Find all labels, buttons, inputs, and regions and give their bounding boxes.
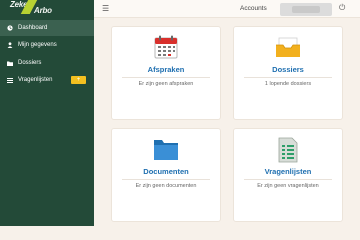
sidebar-item-dashboard[interactable]: Dashboard (0, 20, 94, 36)
logo-text-part2: Arbo (34, 6, 52, 15)
checklist-icon (276, 136, 300, 169)
inbox-tray-icon (274, 34, 302, 65)
sidebar-item-label: Dashboard (18, 25, 48, 31)
sidebar-item-vragenlijsten[interactable]: Vragenlijsten + (0, 72, 94, 88)
notification-badge: + (71, 76, 86, 84)
divider (244, 179, 332, 180)
card-title: Afspraken (147, 65, 185, 74)
card-afspraken[interactable]: Afspraken Er zijn geen afspraken (111, 26, 221, 120)
divider (244, 77, 332, 78)
user-icon (4, 42, 16, 48)
sidebar-item-label: Mijn gegevens (18, 42, 57, 48)
divider (122, 77, 210, 78)
divider (122, 179, 210, 180)
sidebar: Zeker Arbo Dashboard Mijn gegevens Dossi… (0, 0, 94, 226)
sidebar-item-dossiers[interactable]: Dossiers (0, 55, 94, 71)
list-icon (4, 77, 16, 83)
dashboard-icon (4, 25, 16, 31)
avatar (292, 6, 320, 13)
card-vragenlijsten[interactable]: Vragenlijsten Er zijn geen vragenlijsten (233, 128, 343, 222)
power-icon[interactable]: ⏻ (339, 3, 345, 13)
card-subtitle: 1 lopende dossiers (264, 81, 312, 87)
accounts-link[interactable]: Accounts (240, 5, 267, 12)
folder-icon (152, 136, 180, 167)
card-title: Documenten (143, 167, 189, 176)
card-title: Dossiers (272, 65, 304, 74)
sidebar-item-label: Dossiers (18, 60, 42, 66)
card-subtitle: Er zijn geen documenten (135, 183, 197, 189)
hamburger-menu-icon[interactable]: ☰ (102, 4, 109, 13)
card-title: Vragenlijsten (264, 167, 312, 176)
sidebar-item-label: Vragenlijsten (18, 77, 53, 83)
card-subtitle: Er zijn geen afspraken (138, 81, 194, 87)
sidebar-item-mijn-gegevens[interactable]: Mijn gegevens (0, 37, 94, 53)
card-subtitle: Er zijn geen vragenlijsten (257, 183, 319, 189)
calendar-icon (153, 34, 179, 65)
folder-icon (4, 61, 16, 66)
card-documenten[interactable]: Documenten Er zijn geen documenten (111, 128, 221, 222)
card-dossiers[interactable]: Dossiers 1 lopende dossiers (233, 26, 343, 120)
